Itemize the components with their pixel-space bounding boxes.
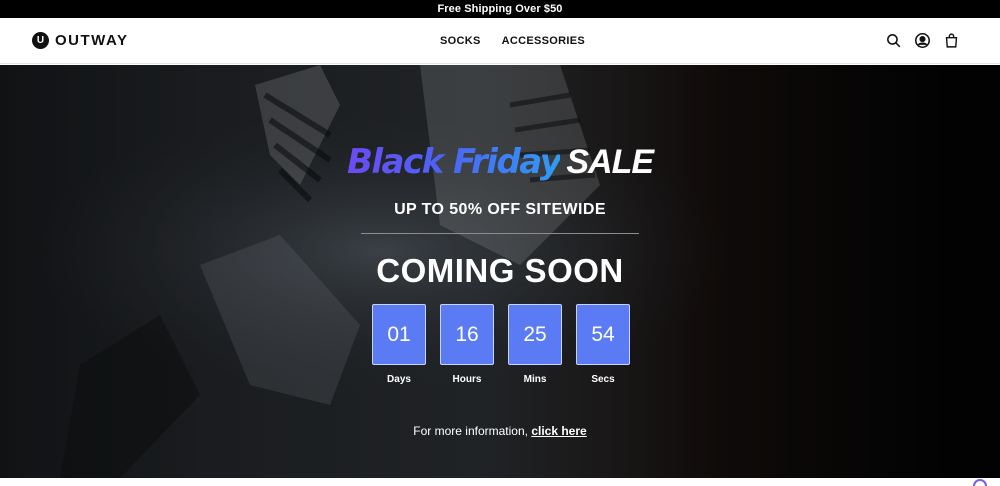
- coming-soon-title: COMING SOON: [376, 252, 624, 289]
- sale-text: SALE: [566, 143, 654, 181]
- countdown-hours-value: 16: [440, 304, 494, 365]
- countdown-days-value: 01: [372, 304, 426, 365]
- countdown-timer: 01 Days 16 Hours 25 Mins 54 Secs: [372, 304, 630, 385]
- announcement-bar: Free Shipping Over $50: [0, 0, 1000, 18]
- nav-item-accessories[interactable]: ACCESSORIES: [502, 35, 585, 47]
- countdown-days: 01 Days: [372, 304, 426, 385]
- more-info: For more information, click here: [0, 424, 1000, 438]
- header-icons: [885, 32, 960, 49]
- countdown-hours: 16 Hours: [440, 304, 494, 385]
- announcement-text: Free Shipping Over $50: [437, 3, 563, 15]
- countdown-mins-value: 25: [508, 304, 562, 365]
- cart-icon[interactable]: [943, 32, 960, 49]
- countdown-secs: 54 Secs: [576, 304, 630, 385]
- nav-item-socks[interactable]: SOCKS: [440, 35, 481, 47]
- hero-content: Black Friday SALE UP TO 50% OFF SITEWIDE …: [0, 65, 1000, 478]
- logo-mark-icon: U: [32, 32, 49, 49]
- black-friday-text: Black Friday: [346, 142, 562, 182]
- countdown-secs-label: Secs: [591, 374, 615, 385]
- site-header: U OUTWAY SOCKS ACCESSORIES: [0, 18, 1000, 64]
- countdown-hours-label: Hours: [452, 374, 482, 385]
- countdown-secs-value: 54: [576, 304, 630, 365]
- click-here-link[interactable]: click here: [531, 424, 586, 438]
- more-info-text: For more information,: [413, 424, 528, 438]
- chat-widget-icon[interactable]: [972, 478, 988, 486]
- main-nav: SOCKS ACCESSORIES: [440, 35, 585, 47]
- countdown-mins: 25 Mins: [508, 304, 562, 385]
- logo-text: OUTWAY: [55, 32, 129, 49]
- countdown-mins-label: Mins: [523, 374, 547, 385]
- hero-subhead: UP TO 50% OFF SITEWIDE: [394, 201, 606, 218]
- hero-banner: Black Friday SALE UP TO 50% OFF SITEWIDE …: [0, 65, 1000, 478]
- hero-divider: [361, 233, 639, 234]
- hero-headline: Black Friday SALE: [0, 145, 1000, 179]
- countdown-days-label: Days: [387, 374, 411, 385]
- search-icon[interactable]: [885, 32, 902, 49]
- account-icon[interactable]: [914, 32, 931, 49]
- logo[interactable]: U OUTWAY: [32, 32, 128, 49]
